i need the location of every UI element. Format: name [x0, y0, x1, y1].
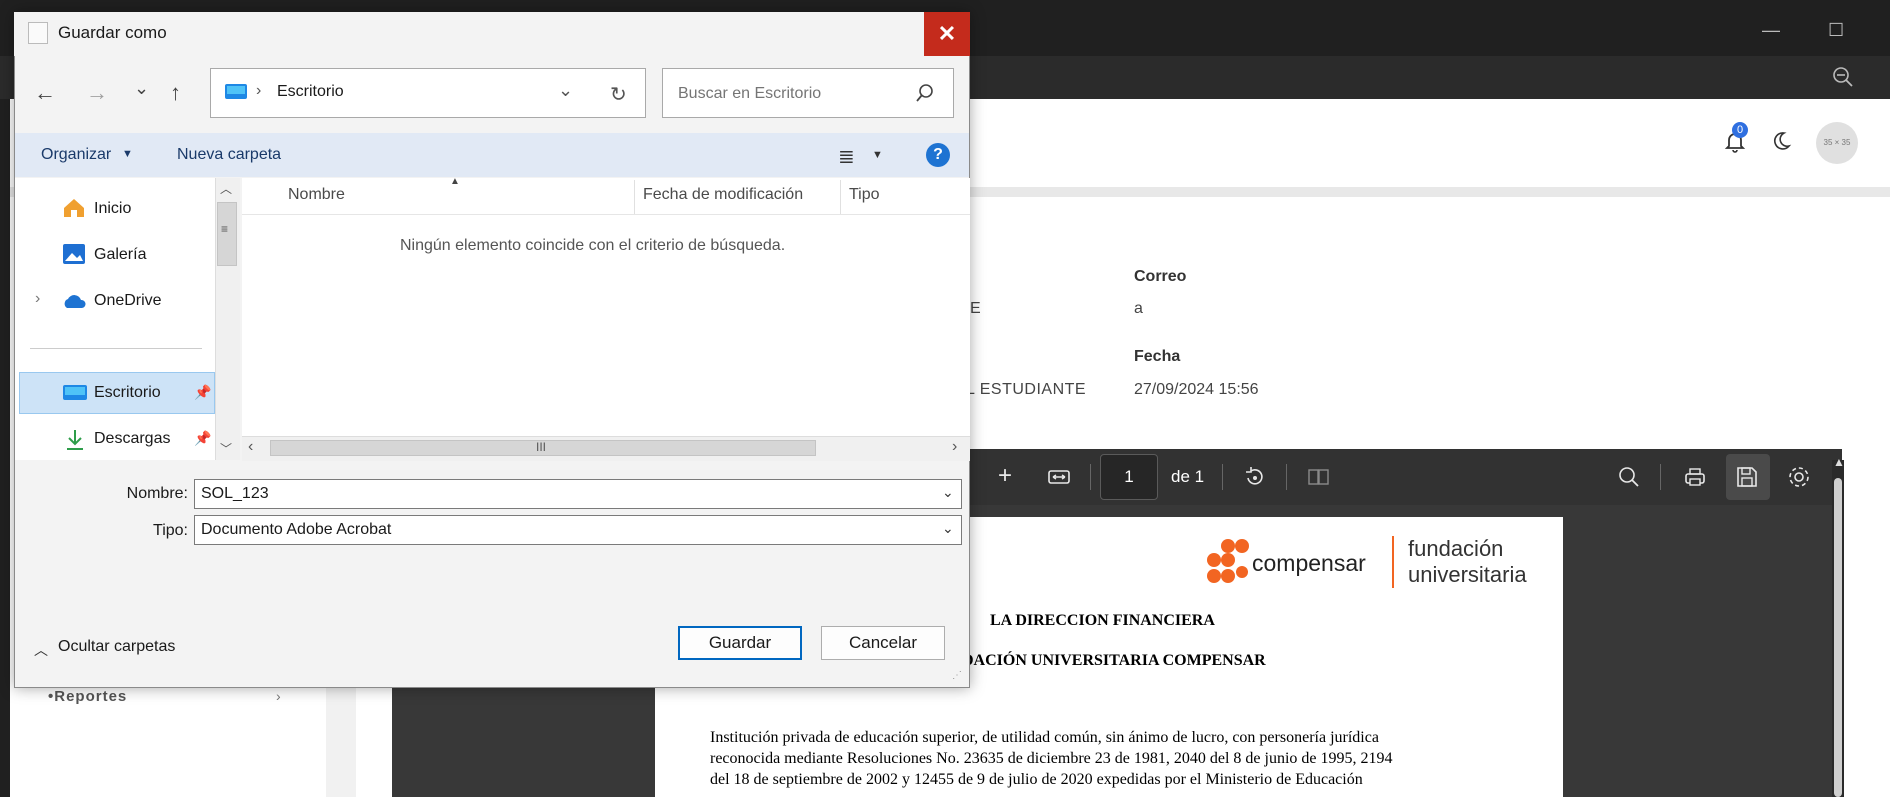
dialog-title: Guardar como	[58, 23, 167, 42]
command-bar	[15, 133, 969, 177]
home-icon	[64, 199, 84, 217]
file-list	[242, 178, 970, 460]
pdf-body-line-2: reconocida mediante Resoluciones No. 236…	[710, 750, 1393, 767]
organize-button[interactable]: Organizar	[41, 146, 111, 164]
correo-value: a	[1134, 300, 1143, 317]
page-number-input[interactable]: 1	[1100, 454, 1158, 500]
forward-button[interactable]: →	[86, 80, 108, 106]
download-icon	[67, 430, 83, 450]
avatar[interactable]: 35 × 35	[1816, 122, 1858, 164]
filename-label: Nombre:	[126, 485, 188, 502]
nav-item-escritorio[interactable]: Escritorio	[94, 384, 161, 402]
onedrive-icon	[64, 295, 86, 308]
logo-line-2: universitaria	[1408, 562, 1527, 587]
save-icon[interactable]	[1734, 464, 1760, 490]
filetype-label: Tipo:	[153, 522, 188, 539]
nav-item-descargas[interactable]: Descargas	[94, 430, 170, 448]
new-folder-button[interactable]: Nueva carpeta	[177, 146, 281, 164]
dark-mode-moon-icon[interactable]	[1770, 130, 1792, 152]
help-button[interactable]: ?	[926, 143, 950, 167]
search-icon[interactable]	[914, 82, 936, 104]
save-button[interactable]: Guardar	[678, 626, 802, 660]
scroll-grip-icon: III	[536, 440, 547, 454]
scroll-right-arrow-icon[interactable]: ›	[952, 438, 957, 456]
breadcrumb-separator: ›	[256, 82, 262, 99]
back-button[interactable]: ←	[34, 80, 56, 106]
recent-locations-button[interactable]: ⌄	[134, 78, 149, 99]
pdf-heading-1: LA DIRECCION FINANCIERA	[990, 612, 1215, 629]
organize-chevron-icon: ▼	[122, 148, 133, 160]
column-header-modified[interactable]: Fecha de modificación	[643, 186, 803, 204]
pin-icon[interactable]: 📌	[194, 430, 211, 447]
logo-brand: compensar	[1252, 550, 1366, 576]
notification-badge: 0	[1732, 122, 1748, 138]
column-header-name[interactable]: Nombre	[288, 186, 345, 204]
fecha-value: 27/09/2024 15:56	[1134, 381, 1259, 398]
fit-width-icon[interactable]	[1046, 464, 1072, 490]
navigation-pane	[15, 178, 215, 460]
filetype-dropdown-icon[interactable]: ⌄	[942, 520, 954, 537]
cancel-button[interactable]: Cancelar	[821, 626, 945, 660]
address-bar[interactable]	[210, 68, 646, 118]
correo-label: Correo	[1134, 268, 1187, 285]
search-input[interactable]	[676, 82, 900, 106]
refresh-icon[interactable]: ↻	[610, 82, 627, 107]
partial-label-e: E	[970, 300, 981, 317]
nav-item-onedrive[interactable]: OneDrive	[94, 292, 162, 310]
expand-chevron-icon[interactable]: ›	[35, 290, 40, 308]
scroll-down-arrow-icon[interactable]: ﹀	[220, 440, 232, 457]
rotate-icon[interactable]	[1242, 464, 1268, 490]
partial-label-estudiante: L ESTUDIANTE	[966, 381, 1087, 398]
scroll-up-arrow-icon[interactable]: ︿	[220, 180, 232, 197]
pdf-heading-2: DACIÓN UNIVERSITARIA COMPENSAR	[962, 652, 1266, 669]
address-dropdown-icon[interactable]: ⌄	[558, 80, 573, 101]
pin-icon[interactable]: 📌	[194, 384, 211, 401]
chevron-up-icon[interactable]: ︿	[34, 640, 48, 660]
sort-ascending-icon: ▲	[450, 176, 460, 187]
filename-field[interactable]: SOL_123	[194, 479, 962, 509]
desktop-icon	[225, 84, 247, 99]
settings-gear-icon[interactable]	[1786, 464, 1812, 490]
column-header-type[interactable]: Tipo	[849, 186, 880, 204]
filetype-select[interactable]: Documento Adobe Acrobat	[194, 515, 962, 545]
two-page-view-icon[interactable]	[1306, 464, 1332, 490]
chevron-right-icon: ›	[276, 688, 281, 704]
minimize-button[interactable]: —	[1762, 20, 1780, 41]
pdf-body-line-1: Institución privada de educación superio…	[710, 729, 1379, 746]
zoom-out-icon[interactable]	[1832, 66, 1854, 88]
maximize-button[interactable]: ☐	[1828, 20, 1844, 41]
view-options-icon[interactable]: ≣	[838, 144, 855, 169]
view-dropdown-icon[interactable]: ▼	[872, 149, 883, 161]
pdf-scrollbar-thumb[interactable]	[1834, 478, 1842, 797]
breadcrumb-escritorio[interactable]: Escritorio	[277, 83, 344, 101]
zoom-in-button[interactable]: +	[998, 462, 1012, 490]
sidebar-item-reportes[interactable]: •Reportes	[48, 688, 127, 705]
up-button[interactable]: ↑	[170, 80, 181, 106]
empty-state-message: Ningún elemento coincide con el criterio…	[400, 237, 786, 254]
logo-line-1: fundación	[1408, 536, 1504, 561]
page-total: de 1	[1171, 467, 1205, 486]
scroll-grip-icon: ≡	[221, 222, 229, 236]
scroll-left-arrow-icon[interactable]: ‹	[248, 438, 253, 456]
search-icon[interactable]	[1616, 464, 1642, 490]
nav-item-galeria[interactable]: Galería	[94, 246, 146, 264]
compensar-logo-icon	[1207, 539, 1249, 583]
filename-dropdown-icon[interactable]: ⌄	[942, 484, 954, 501]
gallery-icon	[63, 244, 85, 264]
scroll-up-arrow-icon[interactable]: ▲	[1833, 455, 1845, 469]
hide-folders-button[interactable]: Ocultar carpetas	[58, 638, 175, 656]
nav-divider	[30, 348, 202, 349]
file-app-icon	[28, 22, 48, 44]
pdf-body-line-3: del 18 de septiembre de 2002 y 12455 de …	[710, 771, 1363, 788]
fecha-label: Fecha	[1134, 348, 1181, 365]
nav-item-inicio[interactable]: Inicio	[94, 200, 131, 218]
print-icon[interactable]	[1682, 464, 1708, 490]
desktop-icon	[63, 385, 87, 400]
close-button[interactable]: ✕	[924, 12, 970, 56]
resize-grip-icon[interactable]: ⋰	[952, 670, 962, 681]
